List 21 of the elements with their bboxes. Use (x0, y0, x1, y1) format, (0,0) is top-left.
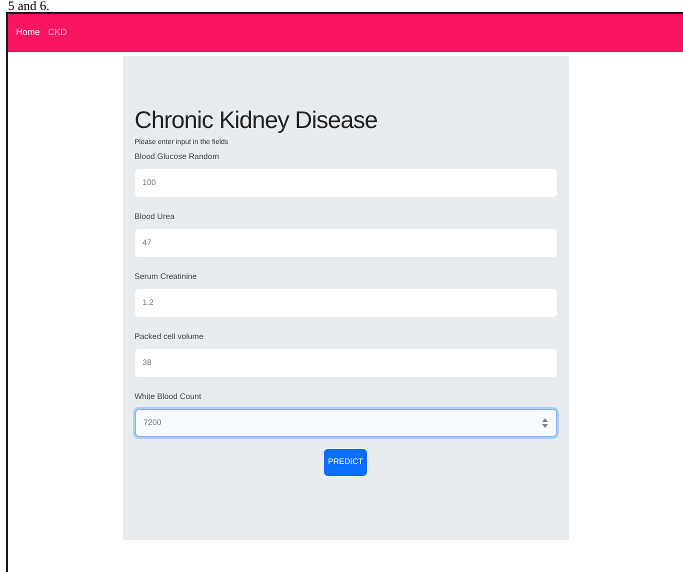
input-field[interactable]: 47 (134, 228, 556, 256)
field-label: Blood Glucose Random (134, 150, 220, 162)
field-value: 47 (142, 236, 152, 248)
input-field[interactable]: 38 (134, 348, 556, 376)
field-label: Serum Creatinine (134, 270, 198, 282)
caption: 5 and 6. (7, 0, 51, 12)
form-title: Chronic Kidney Disease (134, 106, 378, 136)
field-label: Blood Urea (134, 210, 176, 222)
predict-button[interactable]: PREDICT (324, 448, 368, 476)
field-value: 1.2 (142, 296, 154, 308)
field-value: 38 (142, 356, 152, 368)
spinner-icon (542, 418, 548, 428)
nav-link[interactable]: CKD (48, 26, 68, 40)
input-field[interactable]: 7200 (134, 408, 556, 436)
field-value: 100 (142, 176, 156, 188)
field-label: Packed cell volume (134, 330, 204, 342)
input-field[interactable]: 100 (134, 168, 556, 196)
nav-link[interactable]: Home (16, 26, 40, 40)
field-value: 7200 (144, 416, 162, 428)
input-field[interactable]: 1.2 (134, 288, 556, 316)
field-label: White Blood Count (134, 390, 202, 402)
